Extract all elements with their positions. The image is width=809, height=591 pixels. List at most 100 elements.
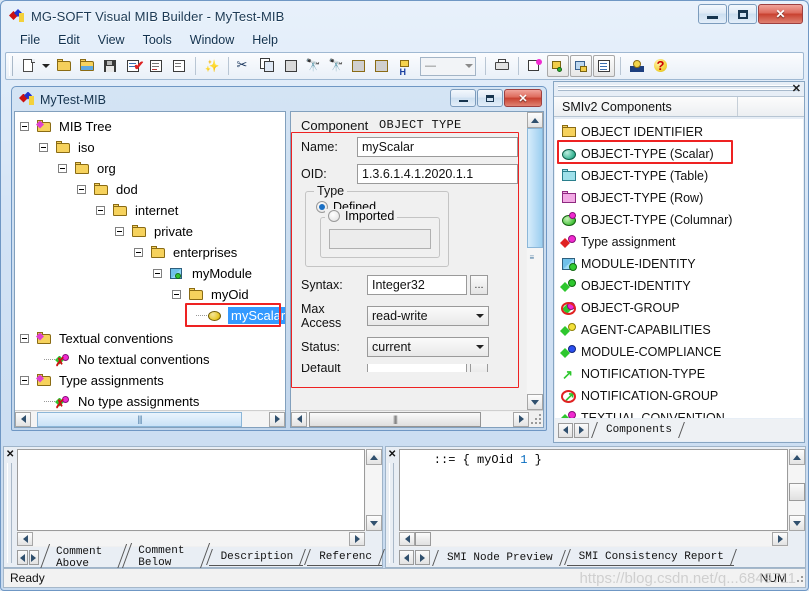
redo-button[interactable] — [372, 55, 394, 77]
scroll-left-button[interactable] — [291, 412, 307, 427]
scroll-right-button[interactable] — [349, 532, 365, 546]
tree-node-myscalar[interactable]: myScalar — [17, 305, 285, 326]
component-item-textual-convention[interactable]: TEXTUAL-CONVENTION — [555, 407, 803, 418]
print-preview-button[interactable] — [524, 55, 546, 77]
document-properties-button[interactable] — [145, 55, 167, 77]
scroll-up-button[interactable] — [527, 112, 543, 128]
component-item-agent-capabilities[interactable]: AGENT-CAPABILITIES — [555, 319, 803, 341]
scroll-right-button[interactable] — [513, 412, 529, 427]
tree-expander[interactable] — [36, 137, 55, 158]
preview-vertical-scrollbar[interactable] — [788, 449, 805, 531]
menu-tools[interactable]: Tools — [134, 31, 181, 49]
component-view-button[interactable] — [570, 55, 592, 77]
tree-node-internet[interactable]: internet — [17, 200, 285, 221]
tab-scroll-right-button[interactable] — [415, 550, 430, 565]
tree-node-no-textual-conventions[interactable]: ✗ No textual conventions — [17, 349, 285, 370]
minimize-button[interactable] — [698, 4, 727, 24]
tab-scroll-right-button[interactable] — [29, 550, 40, 565]
scroll-left-button[interactable] — [399, 532, 415, 546]
tab-scroll-left-button[interactable] — [17, 550, 28, 565]
bookmark-button[interactable]: H — [395, 55, 417, 77]
maximize-button[interactable] — [728, 4, 757, 24]
tree-expander[interactable] — [112, 221, 131, 242]
panel-close-button[interactable]: ✕ — [6, 449, 14, 460]
tree-node-myoid[interactable]: myOid — [17, 284, 285, 305]
tree-node-textual-conventions[interactable]: Textual conventions — [17, 328, 285, 349]
import-mib-button[interactable] — [76, 55, 98, 77]
menu-file[interactable]: File — [11, 31, 49, 49]
paste-button[interactable] — [280, 55, 302, 77]
window-resize-grip[interactable] — [792, 571, 804, 583]
menu-window[interactable]: Window — [181, 31, 243, 49]
maxaccess-select[interactable]: read-write — [367, 306, 489, 326]
scroll-left-button[interactable] — [17, 532, 33, 546]
panel-grip[interactable] — [7, 463, 12, 563]
scroll-track[interactable] — [789, 465, 805, 515]
imported-input[interactable] — [329, 229, 431, 249]
component-item-module-identity[interactable]: MODULE-IDENTITY — [555, 253, 803, 275]
tab-description[interactable]: Description — [209, 549, 304, 566]
component-item-object-identity[interactable]: OBJECT-IDENTITY — [555, 275, 803, 297]
scroll-down-button[interactable] — [789, 515, 805, 531]
smi-preview-text-area[interactable]: ::= { myOid 1 } — [399, 449, 788, 531]
mdi-maximize-button[interactable] — [477, 89, 503, 107]
scroll-up-button[interactable] — [366, 449, 382, 465]
scroll-track[interactable] — [415, 532, 772, 546]
tree-expander[interactable] — [150, 263, 169, 284]
scroll-track[interactable] — [366, 465, 382, 515]
tree-expander[interactable] — [74, 179, 93, 200]
component-item-object-type-scalar[interactable]: OBJECT-TYPE (Scalar) — [555, 143, 803, 165]
tree-expander[interactable] — [55, 158, 74, 179]
tree-horizontal-scrollbar[interactable]: ||| — [15, 410, 285, 427]
scroll-down-button[interactable] — [366, 515, 382, 531]
properties-view-button[interactable] — [593, 55, 615, 77]
close-button[interactable]: ✕ — [758, 4, 803, 24]
scroll-track[interactable]: ||| — [307, 412, 513, 427]
mib-tree[interactable]: MIB Tree iso org — [15, 112, 285, 410]
scroll-right-button[interactable] — [772, 532, 788, 546]
dock-grip-bar[interactable]: ✕ — [554, 82, 804, 96]
find-next-button[interactable]: 🔭 — [326, 55, 348, 77]
scroll-thumb[interactable] — [415, 532, 431, 546]
tree-node-enterprises[interactable]: enterprises — [17, 242, 285, 263]
new-document-button[interactable] — [17, 55, 39, 77]
tree-expander[interactable] — [17, 328, 36, 349]
component-item-object-type-columnar[interactable]: OBJECT-TYPE (Columnar) — [555, 209, 803, 231]
tree-node-iso[interactable]: iso — [17, 137, 285, 158]
tab-scroll-left-button[interactable] — [558, 423, 573, 438]
print-button[interactable] — [491, 55, 513, 77]
resize-grip[interactable] — [528, 411, 542, 425]
tree-node-dod[interactable]: dod — [17, 179, 285, 200]
syntax-browse-button[interactable]: ... — [470, 275, 488, 295]
scroll-up-button[interactable] — [789, 449, 805, 465]
component-item-module-compliance[interactable]: MODULE-COMPLIANCE — [555, 341, 803, 363]
tab-scroll-left-button[interactable] — [399, 550, 414, 565]
tree-expander[interactable] — [17, 116, 36, 137]
mdi-close-button[interactable]: ✕ — [504, 89, 542, 107]
component-item-object-type-row[interactable]: OBJECT-TYPE (Row) — [555, 187, 803, 209]
panel-grip[interactable] — [389, 463, 394, 563]
syntax-input[interactable]: Integer32 — [367, 275, 467, 295]
dock-close-button[interactable]: ✕ — [792, 82, 801, 95]
find-in-document-button[interactable] — [168, 55, 190, 77]
scroll-left-button[interactable] — [15, 412, 31, 427]
tree-node-mib-tree[interactable]: MIB Tree — [17, 116, 285, 137]
menu-view[interactable]: View — [89, 31, 134, 49]
scroll-thumb[interactable] — [527, 128, 543, 248]
help-button[interactable]: ? — [649, 55, 671, 77]
scroll-track[interactable]: ||| — [31, 412, 269, 427]
comment-text-area[interactable] — [17, 449, 365, 531]
component-item-type-assignment[interactable]: Type assignment — [555, 231, 803, 253]
components-list[interactable]: OBJECT IDENTIFIER OBJECT-TYPE (Scalar) O… — [555, 119, 803, 418]
status-select[interactable]: current — [367, 337, 489, 357]
tab-reference[interactable]: Referenc — [307, 549, 382, 566]
scroll-track[interactable]: ≡ — [527, 128, 543, 394]
preview-horizontal-scrollbar[interactable] — [399, 531, 788, 547]
toolbar-combo[interactable]: — — [420, 57, 476, 76]
new-document-dropdown[interactable] — [40, 55, 52, 77]
name-input[interactable]: myScalar — [357, 137, 518, 157]
tree-node-no-type-assignments[interactable]: ✗ No type assignments — [17, 391, 285, 410]
menu-help[interactable]: Help — [243, 31, 287, 49]
oid-input[interactable]: 1.3.6.1.4.1.2020.1.1 — [357, 164, 518, 184]
open-file-button[interactable] — [53, 55, 75, 77]
